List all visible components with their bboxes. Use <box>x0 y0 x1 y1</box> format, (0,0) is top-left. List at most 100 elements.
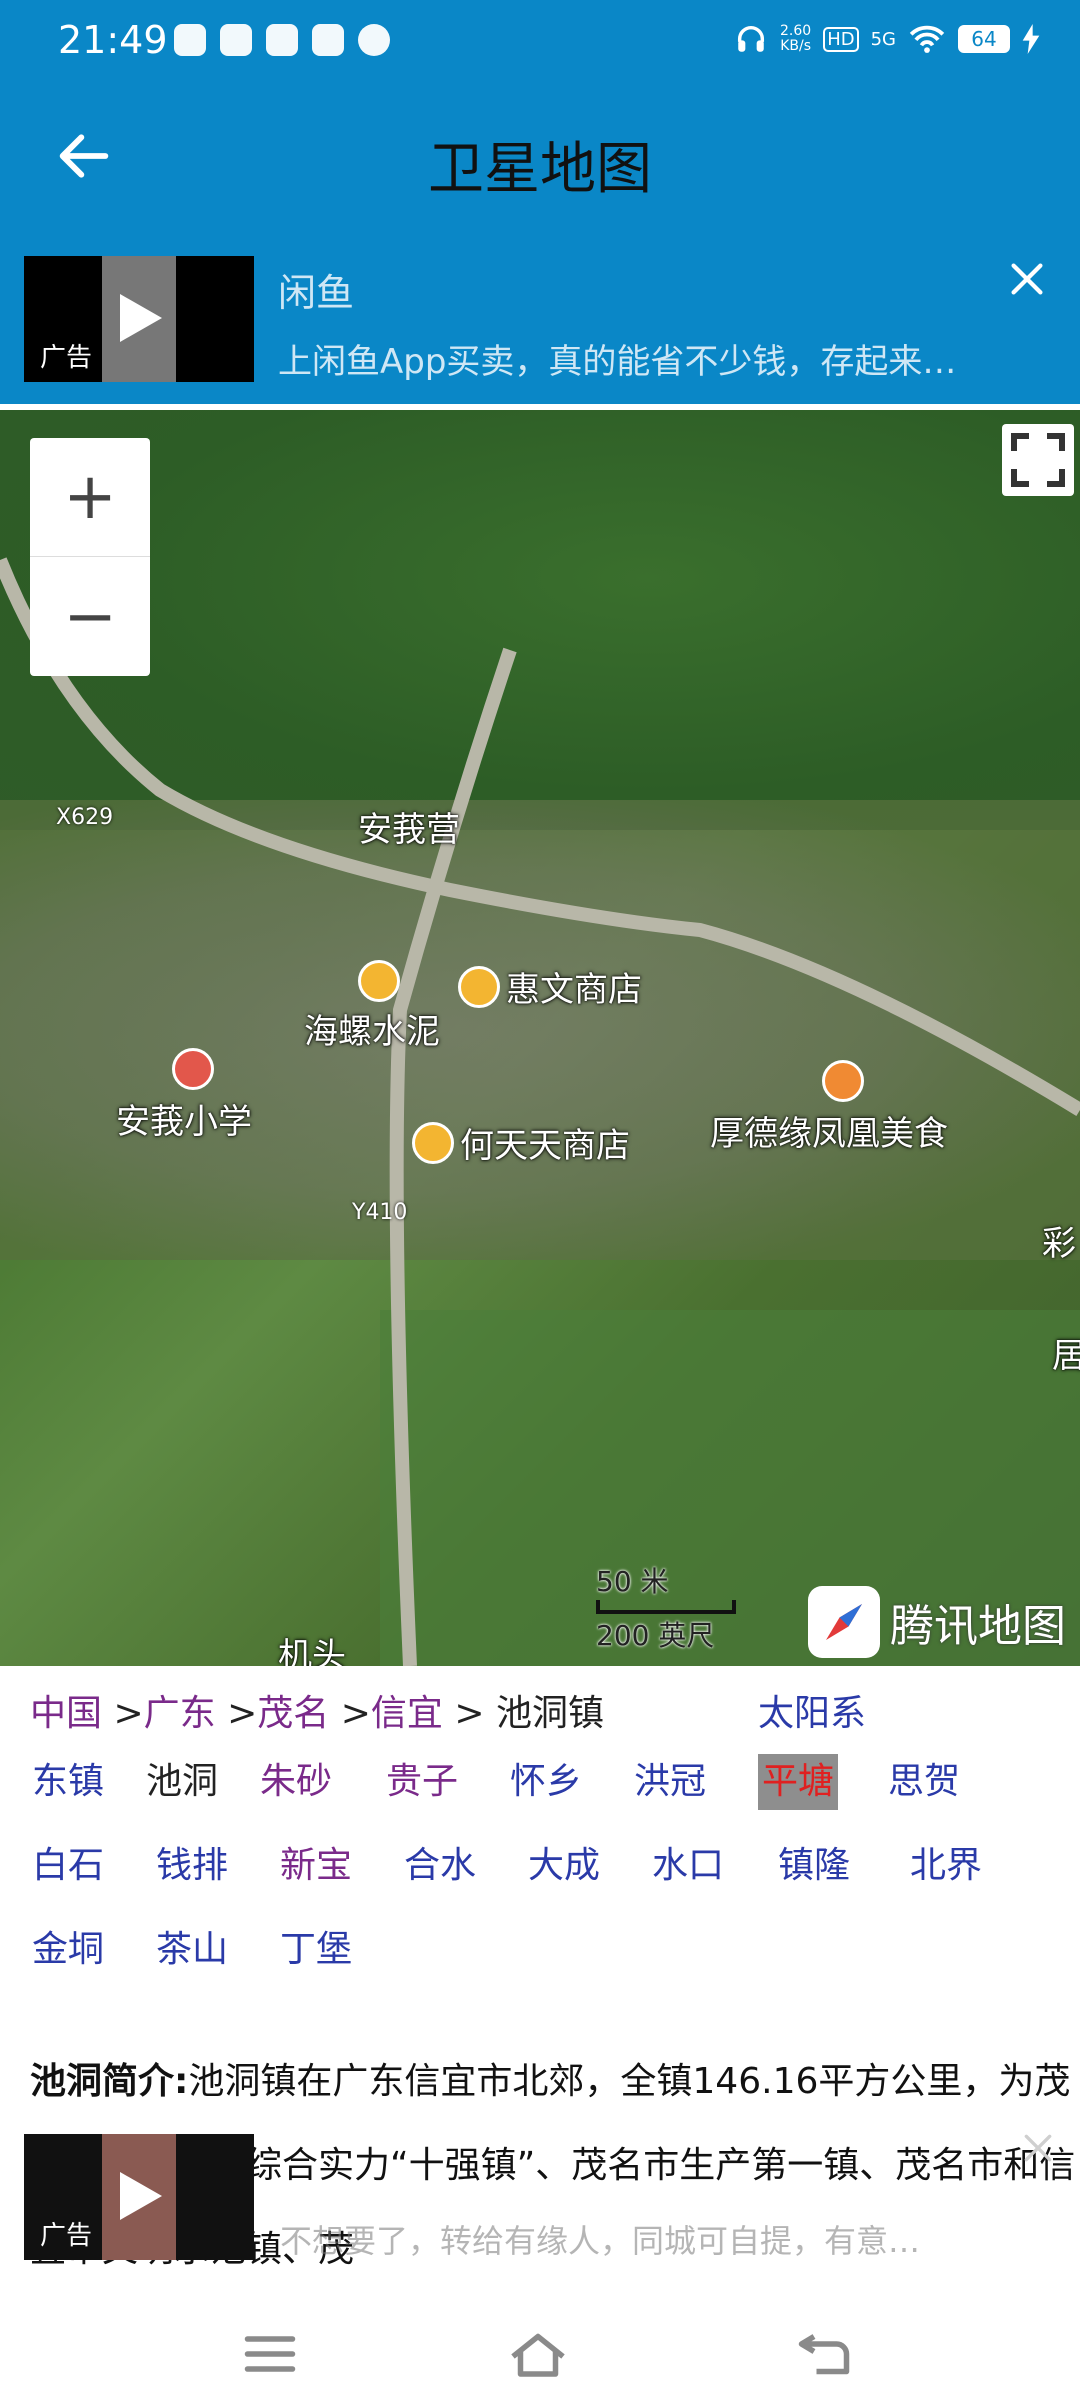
app-notification-icon <box>266 24 298 56</box>
place-link[interactable]: 白石 <box>30 1838 106 1894</box>
place-link-highlighted[interactable]: 平塘 <box>758 1754 839 1810</box>
net-speed-value: 2.60 <box>780 23 812 39</box>
page-title: 卫星地图 <box>428 137 652 202</box>
place-label[interactable]: 居 <box>1052 1328 1080 1377</box>
home-icon[interactable] <box>508 2328 568 2380</box>
poi-shop[interactable]: 惠文商店 <box>458 962 642 1011</box>
place-label[interactable]: 彩 <box>1042 1216 1076 1265</box>
poi-label: 惠文商店 <box>506 970 642 1010</box>
place-label[interactable]: 机头 <box>278 1628 346 1666</box>
play-icon <box>120 294 162 342</box>
road-network <box>0 557 1080 1666</box>
solar-system-link[interactable]: 太阳系 <box>758 1684 866 1736</box>
chat-notification-icon <box>358 24 390 56</box>
close-icon[interactable] <box>1018 2128 1058 2168</box>
place-link[interactable]: 水口 <box>650 1838 726 1894</box>
shop-icon <box>458 965 500 1008</box>
headphones-icon <box>737 26 765 52</box>
restaurant-icon <box>822 1060 864 1102</box>
place-link[interactable]: 北界 <box>908 1838 984 1894</box>
place-link[interactable]: 洪冠 <box>632 1754 708 1810</box>
close-icon[interactable] <box>1004 256 1050 302</box>
company-icon <box>358 960 400 1002</box>
net-speed: 2.60 KB/s <box>780 24 811 54</box>
signal-5g-icon: 5G <box>870 28 896 50</box>
ad-tag: 广告 <box>40 2221 93 2251</box>
charging-icon <box>1022 24 1040 54</box>
scale-bar <box>596 1600 736 1614</box>
school-icon <box>172 1048 214 1090</box>
place-link[interactable]: 东镇 <box>30 1754 106 1810</box>
breadcrumb-item[interactable]: 信宜 <box>371 1693 443 1734</box>
poi-school[interactable] <box>172 1048 214 1090</box>
ad-tag: 广告 <box>40 343 93 373</box>
place-link[interactable]: 大成 <box>526 1838 602 1894</box>
poi-label[interactable]: 海螺水泥 <box>304 1004 440 1053</box>
place-link[interactable]: 茶山 <box>154 1922 230 1978</box>
top-banner-ad[interactable]: 广告 闲鱼 上闲鱼App买卖，真的能省不少钱，存起来… <box>0 234 1080 404</box>
place-link[interactable]: 金垌 <box>30 1922 106 1978</box>
map-scale: 50 米 200 英尺 <box>596 1560 736 1654</box>
breadcrumb: 中国 >广东 >茂名 >信宜 > 池洞镇 <box>30 1684 604 1736</box>
net-speed-unit: KB/s <box>780 38 811 54</box>
breadcrumb-item[interactable]: 广东 <box>144 1693 216 1734</box>
breadcrumb-separator: > <box>113 1693 144 1734</box>
scale-imperial: 200 英尺 <box>596 1619 715 1652</box>
bottom-floating-ad[interactable]: 广告 不想要了，转给有缘人，同城可自提，有意… <box>0 2120 1080 2280</box>
poi-label: 何天天商店 <box>460 1126 630 1166</box>
road-tag: X629 <box>56 805 114 830</box>
ad-description[interactable]: 上闲鱼App买卖，真的能省不少钱，存起来… <box>278 334 956 383</box>
breadcrumb-current: 池洞镇 <box>496 1693 605 1734</box>
place-current: 池洞 <box>146 1761 219 1802</box>
breadcrumb-separator: > <box>340 1693 371 1734</box>
place-link[interactable]: 贵子 <box>384 1754 460 1810</box>
place-link[interactable]: 镇隆 <box>776 1838 852 1894</box>
place-link[interactable]: 朱砂 <box>258 1754 334 1810</box>
app-notification-icon <box>220 24 252 56</box>
poi-restaurant[interactable] <box>822 1060 864 1102</box>
battery-icon: 64 <box>958 25 1010 53</box>
place-label[interactable]: 安莪营 <box>358 802 460 851</box>
zoom-out-button[interactable]: − <box>30 557 150 676</box>
intro-heading: 池洞简介: <box>30 2061 189 2102</box>
poi-label[interactable]: 厚德缘凤凰美食 <box>710 1106 948 1155</box>
app-notification-icon <box>174 24 206 56</box>
status-bar: 21:49 2.60 KB/s HD 5G 64 <box>0 0 1080 84</box>
road-tag: Y410 <box>352 1200 408 1225</box>
app-header: 卫星地图 <box>0 84 1080 234</box>
compass-icon <box>808 1586 880 1658</box>
poi-shop[interactable]: 何天天商店 <box>412 1118 630 1167</box>
zoom-controls: + − <box>30 438 150 676</box>
place-link[interactable]: 钱排 <box>154 1838 230 1894</box>
fullscreen-button[interactable] <box>1002 424 1074 496</box>
shop-icon <box>412 1121 454 1164</box>
place-link[interactable]: 思贺 <box>886 1754 962 1810</box>
breadcrumb-separator: > <box>454 1693 485 1734</box>
app-notification-icon <box>312 24 344 56</box>
notification-icons <box>174 24 390 56</box>
status-time: 21:49 <box>58 18 168 62</box>
back-nav-icon[interactable] <box>794 2328 854 2380</box>
satellite-map[interactable]: + − X629 Y410 安莪营 彩 居 机头 惠文商店 海螺水泥 安莪小学 … <box>0 410 1080 1666</box>
system-navigation-bar <box>0 2300 1080 2408</box>
zoom-in-button[interactable]: + <box>30 438 150 557</box>
breadcrumb-item[interactable]: 中国 <box>30 1693 102 1734</box>
poi-label[interactable]: 安莪小学 <box>116 1094 252 1143</box>
wifi-icon <box>909 25 945 53</box>
breadcrumb-item[interactable]: 茂名 <box>257 1693 329 1734</box>
poi-company[interactable] <box>358 960 400 1002</box>
place-link[interactable]: 新宝 <box>278 1838 354 1894</box>
place-link[interactable]: 丁堡 <box>278 1922 354 1978</box>
play-icon <box>120 2172 162 2220</box>
ad-title[interactable]: 闲鱼 <box>278 262 354 317</box>
place-link[interactable]: 合水 <box>402 1838 478 1894</box>
ad-video-thumbnail[interactable]: 广告 <box>24 2134 254 2260</box>
place-link[interactable]: 怀乡 <box>508 1754 584 1810</box>
ad-video-thumbnail[interactable]: 广告 <box>24 256 254 382</box>
status-right: 2.60 KB/s HD 5G 64 <box>734 22 1040 56</box>
logo-text: 腾讯地图 <box>890 1601 1066 1652</box>
hd-icon: HD <box>823 26 859 52</box>
menu-icon[interactable] <box>240 2328 300 2380</box>
ad-overlay-text[interactable]: 不想要了，转给有缘人，同城可自提，有意… <box>280 2216 920 2262</box>
breadcrumb-separator: > <box>227 1693 258 1734</box>
